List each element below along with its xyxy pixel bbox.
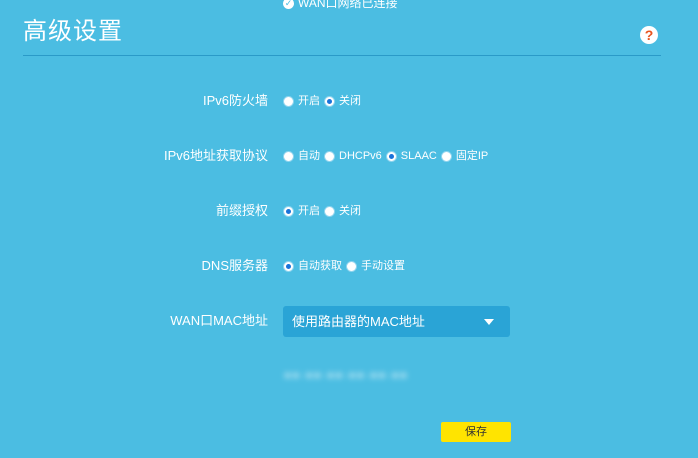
addr-protocol-options: 自动 DHCPv6 SLAAC 固定IP xyxy=(283,147,492,165)
addr-protocol-option-slaac[interactable]: SLAAC xyxy=(385,147,437,165)
save-button[interactable]: 保存 xyxy=(441,422,511,442)
prefix-label: 前缀授权 xyxy=(215,203,268,218)
addr-protocol-option-dhcpv6[interactable]: DHCPv6 xyxy=(324,147,382,165)
radio-on[interactable] xyxy=(283,205,294,217)
firewall-option-on-label: 开启 xyxy=(298,95,320,107)
firewall-option-off-label: 关闭 xyxy=(339,95,361,107)
prefix-option-off-label: 关闭 xyxy=(339,205,361,217)
addr-protocol-option-auto-label: 自动 xyxy=(298,150,320,162)
wan-mac-select-value: 使用路由器的MAC地址 xyxy=(292,314,425,329)
radio-manual[interactable] xyxy=(346,260,357,272)
firewall-option-on[interactable]: 开启 xyxy=(283,92,320,110)
dns-option-manual-label: 手动设置 xyxy=(361,260,405,272)
radio-off[interactable] xyxy=(324,205,335,217)
dns-options: 自动获取 手动设置 xyxy=(283,257,409,275)
addr-protocol-option-auto[interactable]: 自动 xyxy=(283,147,320,165)
prefix-option-on-label: 开启 xyxy=(298,205,320,217)
radio-slaac[interactable] xyxy=(385,150,397,162)
wan-mac-label: WAN口MAC地址 xyxy=(170,313,268,328)
radio-auto[interactable] xyxy=(283,150,294,162)
addr-protocol-option-static-label: 固定IP xyxy=(455,150,489,162)
radio-static[interactable] xyxy=(440,150,452,162)
dns-option-manual[interactable]: 手动设置 xyxy=(346,257,405,275)
firewall-option-off[interactable]: 关闭 xyxy=(324,92,361,110)
title-divider xyxy=(23,55,661,56)
page-title: 高级设置 xyxy=(23,18,123,45)
mac-address-value: ■■-■■-■■-■■-■■-■■ xyxy=(284,368,408,382)
radio-on[interactable] xyxy=(283,95,294,107)
wan-status: ✓ WAN口网络已连接 xyxy=(283,0,398,11)
addr-protocol-label: IPv6地址获取协议 xyxy=(163,148,268,163)
addr-protocol-option-dhcpv6-label: DHCPv6 xyxy=(339,150,382,162)
wan-mac-select[interactable]: 使用路由器的MAC地址 xyxy=(283,306,510,337)
chevron-down-icon xyxy=(484,318,494,325)
wan-status-text: WAN口网络已连接 xyxy=(298,0,398,10)
firewall-label: IPv6防火墙 xyxy=(202,93,268,108)
firewall-row: IPv6防火墙 开启 关闭 xyxy=(0,92,698,110)
check-circle-icon: ✓ xyxy=(283,0,294,9)
dns-label: DNS服务器 xyxy=(201,258,268,273)
dns-row: DNS服务器 自动获取 手动设置 xyxy=(0,257,698,275)
prefix-row: 前缀授权 开启 关闭 xyxy=(0,202,698,220)
addr-protocol-row: IPv6地址获取协议 自动 DHCPv6 SLAAC 固定IP xyxy=(0,147,698,165)
addr-protocol-option-static[interactable]: 固定IP xyxy=(440,147,489,165)
prefix-option-on[interactable]: 开启 xyxy=(283,202,320,220)
radio-auto[interactable] xyxy=(283,260,294,272)
prefix-options: 开启 关闭 xyxy=(283,202,365,220)
radio-off[interactable] xyxy=(324,95,335,107)
prefix-option-off[interactable]: 关闭 xyxy=(324,202,361,220)
addr-protocol-option-slaac-label: SLAAC xyxy=(400,150,437,162)
radio-dhcpv6[interactable] xyxy=(324,150,335,162)
help-icon[interactable]: ? xyxy=(640,26,658,44)
firewall-options: 开启 关闭 xyxy=(283,92,365,110)
dns-option-auto[interactable]: 自动获取 xyxy=(283,257,342,275)
dns-option-auto-label: 自动获取 xyxy=(298,260,342,272)
